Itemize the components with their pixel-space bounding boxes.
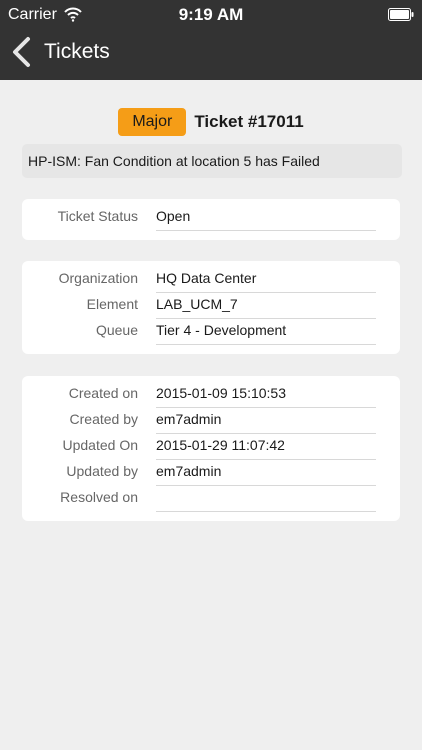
field-label: Queue [95,322,138,338]
organization-card: Organization HQ Data Center Element LAB_… [22,261,400,354]
field-label: Element [86,296,138,312]
field-value[interactable]: LAB_UCM_7 [156,296,376,319]
field-value[interactable]: em7admin [156,411,376,434]
field-label: Updated On [62,437,139,453]
severity-badge: Major [118,108,187,136]
field-label: Created by [69,411,138,427]
field-label: Created on [68,385,138,401]
chevron-left-icon [13,37,30,67]
field-row-organization: Organization HQ Data Center [22,266,400,293]
field-row-created-on: Created on 2015-01-09 15:10:53 [22,381,400,408]
field-row-updated-on: Updated On 2015-01-29 11:07:42 [22,433,400,460]
field-label: Ticket Status [57,208,138,224]
field-value[interactable] [156,489,376,512]
field-row-queue: Queue Tier 4 - Development [22,318,400,345]
battery-icon [388,8,414,21]
nav-title: Tickets [44,40,110,63]
field-label: Resolved on [60,489,138,505]
field-value[interactable]: Open [156,208,376,231]
field-value[interactable]: HQ Data Center [156,270,376,293]
field-label: Organization [58,270,138,286]
clock-time: 9:19 AM [178,5,244,24]
field-row-ticket-status: Ticket Status Open [22,204,400,231]
field-row-updated-by: Updated by em7admin [22,459,400,486]
field-row-resolved-on: Resolved on [22,485,400,512]
field-row-element: Element LAB_UCM_7 [22,292,400,319]
field-value[interactable]: em7admin [156,463,376,486]
field-row-created-by: Created by em7admin [22,407,400,434]
ticket-header: Major Ticket #17011 [0,108,422,136]
field-value[interactable]: 2015-01-09 15:10:53 [156,385,376,408]
ticket-message: HP-ISM: Fan Condition at location 5 has … [22,144,402,178]
back-button[interactable]: Tickets [10,34,110,70]
field-value[interactable]: Tier 4 - Development [156,322,376,345]
field-value[interactable]: 2015-01-29 11:07:42 [156,437,376,460]
top-bar: Carrier 9:19 AM Tickets [0,0,422,80]
dates-card: Created on 2015-01-09 15:10:53 Created b… [22,376,400,521]
ticket-title: Ticket #17011 [194,112,304,131]
field-label: Updated by [66,463,138,479]
navigation-bar: Tickets [0,30,422,80]
status-bar: Carrier 9:19 AM [0,0,422,30]
status-card: Ticket Status Open [22,199,400,240]
